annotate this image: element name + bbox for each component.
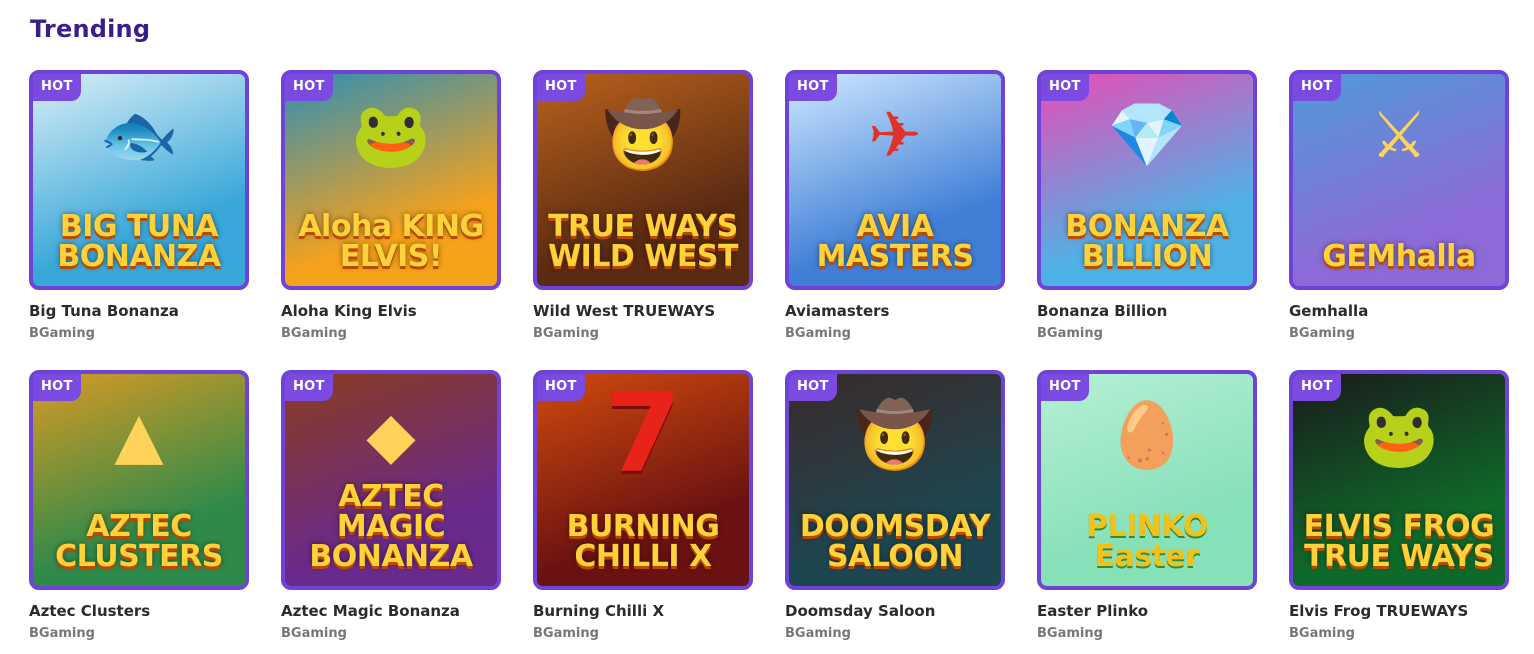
- game-thumbnail[interactable]: HOT 🐸 ELVIS FROG TRUE WAYS: [1289, 370, 1509, 590]
- game-thumbnail[interactable]: HOT 🐟 BIG TUNA BONANZA: [29, 70, 249, 290]
- game-card[interactable]: HOT ⚔ GEMhalla Gemhalla BGaming: [1289, 70, 1509, 370]
- game-logo: BIG TUNA BONANZA: [57, 209, 221, 274]
- game-logo: ELVIS FROG TRUE WAYS: [1303, 509, 1495, 574]
- game-card[interactable]: HOT 🤠 TRUE WAYS WILD WEST Wild West TRUEWAY…: [533, 70, 753, 370]
- game-card[interactable]: HOT 🐸 Aloha KING ELVIS! Aloha King Elvis BGa…: [281, 70, 501, 370]
- game-title[interactable]: Bonanza Billion: [1037, 302, 1257, 320]
- game-card[interactable]: HOT 7 BURNING CHILLI X Burning Chilli X BGam…: [533, 370, 753, 654]
- cowboy-icon: 🤠: [855, 399, 935, 473]
- egg-icon: 🥚: [1107, 399, 1187, 473]
- game-thumbnail[interactable]: HOT ⚔ GEMhalla: [1289, 70, 1509, 290]
- hot-badge: HOT: [1293, 374, 1341, 401]
- game-title[interactable]: Aztec Clusters: [29, 602, 249, 620]
- cowgirl-icon: 🤠: [603, 99, 683, 173]
- hot-badge: HOT: [33, 74, 81, 101]
- game-logo: BURNING CHILLI X: [566, 509, 720, 574]
- game-thumbnail[interactable]: HOT 🐸 Aloha KING ELVIS!: [281, 70, 501, 290]
- game-card[interactable]: HOT ▲ AZTEC CLUSTERS Aztec Clusters BGaming: [29, 370, 249, 654]
- game-provider: BGaming: [29, 626, 95, 641]
- game-logo: AZTEC MAGIC BONANZA: [309, 479, 473, 574]
- viking-icon: ⚔: [1370, 99, 1428, 173]
- game-thumbnail[interactable]: HOT 🤠 TRUE WAYS WILD WEST: [533, 70, 753, 290]
- game-card[interactable]: HOT 🥚 PLINKO Easter Easter Plinko BGaming: [1037, 370, 1257, 654]
- game-title[interactable]: Easter Plinko: [1037, 602, 1257, 620]
- game-card[interactable]: HOT 🤠 DOOMSDAY SALOON Doomsday Saloon BGamin…: [785, 370, 1005, 654]
- game-provider: BGaming: [533, 626, 599, 641]
- game-thumbnail[interactable]: HOT ✈ AVIA MASTERS: [785, 70, 1005, 290]
- game-thumbnail[interactable]: HOT ◆ AZTEC MAGIC BONANZA: [281, 370, 501, 590]
- game-logo: DOOMSDAY SALOON: [799, 509, 991, 574]
- game-card[interactable]: HOT 🐟 BIG TUNA BONANZA Big Tuna Bonanza BGam…: [29, 70, 249, 370]
- game-logo: BONANZA BILLION: [1065, 209, 1229, 274]
- hot-badge: HOT: [33, 374, 81, 401]
- game-logo: Aloha KING ELVIS!: [298, 209, 484, 274]
- game-logo: PLINKO Easter: [1086, 509, 1208, 574]
- game-logo: GEMhalla: [1322, 239, 1476, 274]
- hot-badge: HOT: [537, 374, 585, 401]
- game-title[interactable]: Aviamasters: [785, 302, 1005, 320]
- frog-icon: 🐸: [351, 99, 431, 173]
- hot-badge: HOT: [789, 374, 837, 401]
- hot-badge: HOT: [789, 74, 837, 101]
- fish-icon: 🐟: [99, 99, 179, 173]
- gem-icon: 💎: [1107, 99, 1187, 173]
- game-provider: BGaming: [29, 326, 95, 341]
- game-title[interactable]: Burning Chilli X: [533, 602, 753, 620]
- game-title[interactable]: Wild West TRUEWAYS: [533, 302, 753, 320]
- hot-badge: HOT: [285, 74, 333, 101]
- game-card[interactable]: HOT 💎 BONANZA BILLION Bonanza Billion BGamin…: [1037, 70, 1257, 370]
- game-thumbnail[interactable]: HOT 🥚 PLINKO Easter: [1037, 370, 1257, 590]
- seven-icon: 7: [604, 370, 682, 497]
- mask-icon: ◆: [366, 399, 416, 473]
- game-provider: BGaming: [533, 326, 599, 341]
- game-thumbnail[interactable]: HOT 7 BURNING CHILLI X: [533, 370, 753, 590]
- game-provider: BGaming: [785, 626, 851, 641]
- game-provider: BGaming: [1289, 626, 1355, 641]
- hot-badge: HOT: [1041, 374, 1089, 401]
- plane-icon: ✈: [868, 99, 922, 173]
- hot-badge: HOT: [1293, 74, 1341, 101]
- game-title[interactable]: Big Tuna Bonanza: [29, 302, 249, 320]
- game-provider: BGaming: [785, 326, 851, 341]
- game-provider: BGaming: [281, 626, 347, 641]
- game-thumbnail[interactable]: HOT 💎 BONANZA BILLION: [1037, 70, 1257, 290]
- game-logo: TRUE WAYS WILD WEST: [548, 209, 738, 274]
- game-title[interactable]: Aloha King Elvis: [281, 302, 501, 320]
- game-title[interactable]: Aztec Magic Bonanza: [281, 602, 501, 620]
- games-grid: HOT 🐟 BIG TUNA BONANZA Big Tuna Bonanza BGam…: [29, 70, 1509, 654]
- frog-icon: 🐸: [1359, 399, 1439, 473]
- trending-section: Trending HOT 🐟 BIG TUNA BONANZA Big Tuna Bo…: [0, 0, 1534, 654]
- game-card[interactable]: HOT ✈ AVIA MASTERS Aviamasters BGaming: [785, 70, 1005, 370]
- game-title[interactable]: Elvis Frog TRUEWAYS: [1289, 602, 1509, 620]
- game-thumbnail[interactable]: HOT ▲ AZTEC CLUSTERS: [29, 370, 249, 590]
- game-provider: BGaming: [1037, 326, 1103, 341]
- game-card[interactable]: HOT 🐸 ELVIS FROG TRUE WAYS Elvis Frog TRUEW…: [1289, 370, 1509, 654]
- hot-badge: HOT: [285, 374, 333, 401]
- section-title: Trending: [30, 15, 151, 43]
- game-card[interactable]: HOT ◆ AZTEC MAGIC BONANZA Aztec Magic Bonan…: [281, 370, 501, 654]
- game-provider: BGaming: [1289, 326, 1355, 341]
- game-logo: AZTEC CLUSTERS: [55, 509, 223, 574]
- hot-badge: HOT: [1041, 74, 1089, 101]
- game-thumbnail[interactable]: HOT 🤠 DOOMSDAY SALOON: [785, 370, 1005, 590]
- game-title[interactable]: Doomsday Saloon: [785, 602, 1005, 620]
- temple-icon: ▲: [114, 399, 164, 473]
- game-provider: BGaming: [1037, 626, 1103, 641]
- game-provider: BGaming: [281, 326, 347, 341]
- game-logo: AVIA MASTERS: [816, 209, 974, 274]
- game-title[interactable]: Gemhalla: [1289, 302, 1509, 320]
- hot-badge: HOT: [537, 74, 585, 101]
